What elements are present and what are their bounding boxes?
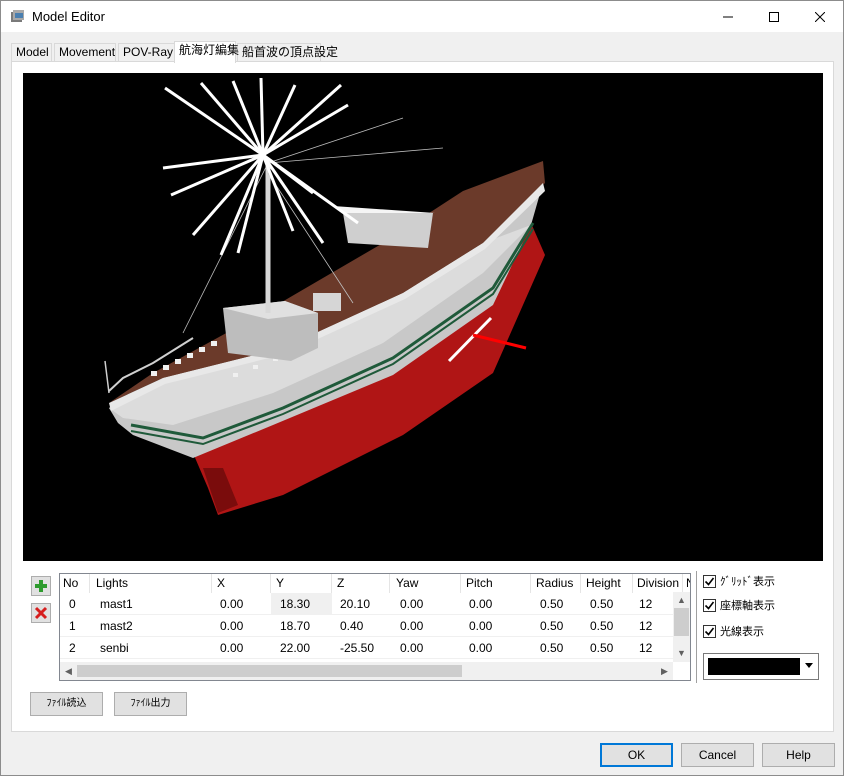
cancel-button[interactable]: Cancel	[681, 743, 754, 767]
col-no[interactable]: No	[60, 574, 90, 593]
cell-z[interactable]: 0.40	[332, 615, 390, 637]
maximize-icon	[769, 11, 779, 22]
col-radius[interactable]: Radius	[531, 574, 581, 593]
col-z[interactable]: Z	[332, 574, 390, 593]
ray-display-checkbox[interactable]: 光線表示	[703, 623, 764, 639]
checkbox-box[interactable]	[703, 624, 716, 638]
cell-no[interactable]: 1	[60, 615, 90, 637]
scroll-up-icon[interactable]: ▲	[673, 592, 690, 609]
col-x[interactable]: X	[212, 574, 271, 593]
app-icon	[11, 10, 24, 22]
vertical-scroll-thumb[interactable]	[674, 608, 689, 636]
maximize-button[interactable]	[751, 1, 797, 32]
cell-x[interactable]: 0.00	[212, 593, 271, 615]
close-icon	[815, 11, 825, 22]
cell-division[interactable]: 12	[633, 637, 674, 659]
col-pitch[interactable]: Pitch	[461, 574, 531, 593]
cell-pitch[interactable]: 0.00	[461, 593, 531, 615]
col-division[interactable]: Division	[633, 574, 683, 593]
cell-x[interactable]: 0.00	[212, 615, 271, 637]
checkmark-icon	[704, 601, 715, 610]
cell-z[interactable]: -25.50	[332, 637, 390, 659]
model-editor-window: Model Editor Model Movement POV-Ray 航海灯編…	[0, 0, 844, 776]
cell-no[interactable]: 0	[60, 593, 90, 615]
cell-pitch[interactable]: 0.00	[461, 615, 531, 637]
checkmark-icon	[704, 627, 715, 636]
grid-display-label: ｸﾞﾘｯﾄﾞ表示	[720, 576, 775, 588]
checkbox-box[interactable]	[703, 574, 716, 588]
col-n[interactable]: N	[683, 574, 690, 593]
scroll-down-icon[interactable]: ▼	[673, 645, 690, 662]
title-bar[interactable]: Model Editor	[1, 1, 843, 32]
cell-y[interactable]: 18.30	[271, 593, 332, 615]
axis-display-checkbox[interactable]: 座標軸表示	[703, 597, 775, 613]
minimize-icon	[723, 16, 733, 17]
scroll-right-icon[interactable]: ▶	[656, 663, 673, 680]
cell-lights[interactable]: senbi	[90, 637, 212, 659]
cell-height[interactable]: 0.50	[581, 637, 633, 659]
cell-pitch[interactable]: 0.00	[461, 637, 531, 659]
col-y[interactable]: Y	[271, 574, 332, 593]
cell-x[interactable]: 0.00	[212, 637, 271, 659]
checkbox-box[interactable]	[703, 598, 716, 612]
color-swatch	[708, 658, 800, 675]
help-button[interactable]: Help	[762, 743, 835, 767]
add-light-button[interactable]	[31, 576, 51, 596]
table-row[interactable]: 1 mast2 0.00 18.70 0.40 0.00 0.00 0.50 0…	[60, 615, 674, 637]
delete-light-button[interactable]	[31, 603, 51, 623]
cell-yaw[interactable]: 0.00	[390, 593, 461, 615]
scroll-left-icon[interactable]: ◀	[60, 663, 77, 680]
tab-bow-wave-vertices[interactable]: 船首波の頂点設定	[237, 43, 338, 62]
3d-viewport[interactable]	[23, 73, 823, 561]
file-save-button[interactable]: ﾌｧｲﾙ出力	[114, 692, 187, 716]
cell-radius[interactable]: 0.50	[531, 637, 581, 659]
col-yaw[interactable]: Yaw	[390, 574, 461, 593]
tab-model[interactable]: Model	[11, 43, 52, 62]
options-divider	[696, 571, 697, 683]
tab-povray[interactable]: POV-Ray	[118, 43, 176, 62]
cell-radius[interactable]: 0.50	[531, 593, 581, 615]
cell-y[interactable]: 22.00	[271, 637, 332, 659]
axis-display-label: 座標軸表示	[720, 600, 775, 612]
cell-yaw[interactable]: 0.00	[390, 615, 461, 637]
cell-division[interactable]: 12	[633, 593, 674, 615]
table-row[interactable]: 0 mast1 0.00 18.30 20.10 0.00 0.00 0.50 …	[60, 593, 674, 615]
cell-no[interactable]: 2	[60, 637, 90, 659]
col-lights[interactable]: Lights	[90, 574, 212, 593]
light-color-combo[interactable]	[703, 653, 819, 680]
table-row[interactable]: 2 senbi 0.00 22.00 -25.50 0.00 0.00 0.50…	[60, 637, 674, 659]
cell-y[interactable]: 18.70	[271, 615, 332, 637]
cell-z[interactable]: 20.10	[332, 593, 390, 615]
cell-division[interactable]: 12	[633, 615, 674, 637]
cell-lights[interactable]: mast2	[90, 615, 212, 637]
ray-display-label: 光線表示	[720, 626, 764, 638]
cell-radius[interactable]: 0.50	[531, 615, 581, 637]
grid-display-checkbox[interactable]: ｸﾞﾘｯﾄﾞ表示	[703, 573, 775, 589]
table-header: No Lights X Y Z Yaw Pitch Radius Height …	[60, 574, 690, 593]
cell-yaw[interactable]: 0.00	[390, 637, 461, 659]
col-height[interactable]: Height	[581, 574, 633, 593]
window-title: Model Editor	[32, 9, 105, 24]
cell-height[interactable]: 0.50	[581, 593, 633, 615]
close-button[interactable]	[797, 1, 843, 32]
tab-navigation-lights[interactable]: 航海灯編集	[174, 41, 239, 63]
ok-button[interactable]: OK	[600, 743, 673, 767]
chevron-down-icon[interactable]	[805, 663, 813, 668]
ship-model-render	[104, 77, 545, 515]
delete-x-icon	[34, 606, 48, 620]
checkmark-icon	[704, 577, 715, 586]
plus-icon	[35, 580, 47, 592]
file-load-button[interactable]: ﾌｧｲﾙ読込	[30, 692, 103, 716]
minimize-button[interactable]	[705, 1, 751, 32]
cell-height[interactable]: 0.50	[581, 615, 633, 637]
horizontal-scroll-thumb[interactable]	[77, 665, 462, 677]
cell-lights[interactable]: mast1	[90, 593, 212, 615]
tab-movement[interactable]: Movement	[54, 43, 116, 62]
